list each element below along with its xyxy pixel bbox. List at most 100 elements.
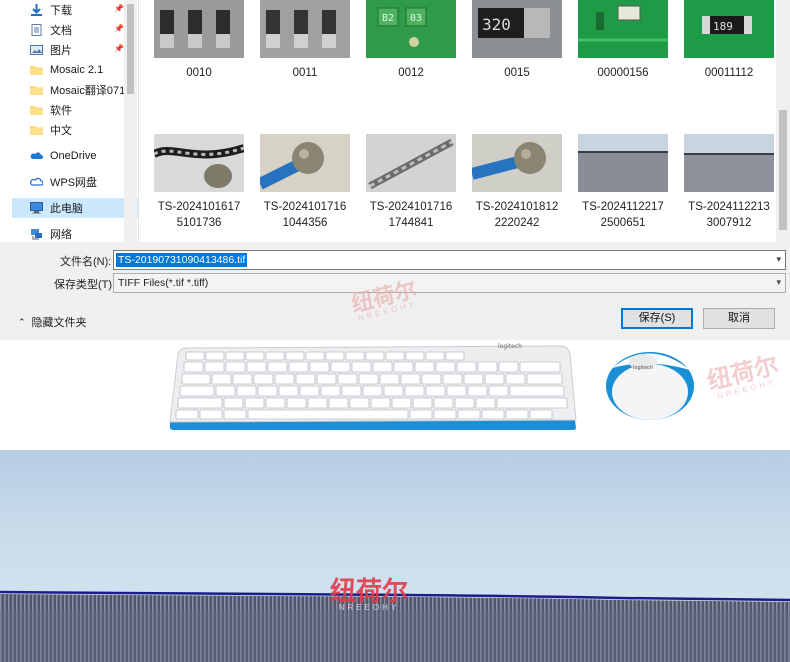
file-item[interactable]: TS-2024101617 5101736 xyxy=(146,134,252,231)
hide-folders-label: 隐藏文件夹 xyxy=(31,317,87,329)
file-name: TS-2024101716 1044356 xyxy=(263,201,347,229)
file-name: 00011112 xyxy=(704,67,754,79)
file-thumbnail xyxy=(154,134,244,192)
file-name: TS-2024112213 3007912 xyxy=(688,201,770,229)
filename-value: TS-20190731090413486.tif xyxy=(116,253,248,267)
sidebar-item-label: 此电脑 xyxy=(50,203,83,215)
pin-icon: 📌 xyxy=(114,44,124,53)
file-browser: 下载 📌 文档 📌 图片 📌 Mosaic 2.1 Mosaic翻译071 软件… xyxy=(0,0,790,242)
sidebar-item-downloads[interactable]: 下载 xyxy=(30,0,72,20)
file-name: TS-2024101716 1744841 xyxy=(369,201,453,229)
document-icon xyxy=(31,24,42,36)
file-thumbnail-grid: 0010 0011 B2 03 0012 320 0015 00000156 1… xyxy=(140,0,776,242)
file-thumbnail xyxy=(154,0,244,58)
sidebar-item-label: Mosaic翻译071 xyxy=(50,85,126,97)
file-thumbnail xyxy=(578,0,668,58)
this-pc-icon xyxy=(30,202,43,214)
keyboard-mouse-photo: logitech logitech 纽荷尔 NREEOHY xyxy=(0,340,790,450)
filetype-label: 保存类型(T): xyxy=(54,279,116,291)
file-name: TS-2024101617 5101736 xyxy=(157,201,241,229)
mouse-illustration: logitech xyxy=(606,352,694,420)
sidebar-item-label: 下载 xyxy=(50,5,72,17)
sidebar-item-pictures[interactable]: 图片 xyxy=(30,40,72,60)
pictures-icon xyxy=(30,45,43,55)
resistor-code: 189 xyxy=(713,20,733,33)
resistor-code: 320 xyxy=(482,15,511,34)
sidebar-item-chinese[interactable]: 中文 xyxy=(30,120,72,140)
sidebar-item-label: WPS网盘 xyxy=(50,177,98,189)
chevron-down-icon[interactable]: ▾ xyxy=(776,277,781,288)
file-item[interactable]: 189 00011112 xyxy=(676,0,782,81)
sidebar-item-software[interactable]: 软件 xyxy=(30,100,72,120)
mouse-brand: logitech xyxy=(633,365,653,371)
pin-icon: 📌 xyxy=(114,4,124,13)
blade-edge-micro-photo: 纽荷尔 NREEOHY xyxy=(0,450,790,662)
filename-label: 文件名(N): xyxy=(60,256,112,268)
filetype-select[interactable]: TIFF Files(*.tif *.tiff) ▾ xyxy=(113,273,786,293)
sidebar-item-label: 中文 xyxy=(50,125,72,137)
file-thumbnail xyxy=(472,134,562,192)
save-button[interactable]: 保存(S) xyxy=(621,308,693,329)
sidebar-item-label: Mosaic 2.1 xyxy=(50,64,104,76)
file-item[interactable]: TS-2024101812 2220242 xyxy=(464,134,570,231)
sidebar-item-label: 图片 xyxy=(50,45,72,57)
file-item[interactable]: B2 03 0012 xyxy=(358,0,464,81)
navigation-scrollbar[interactable] xyxy=(124,0,137,242)
folder-icon xyxy=(30,126,43,135)
sidebar-item-this-pc[interactable]: 此电脑 xyxy=(12,198,138,218)
file-name: TS-2024101812 2220242 xyxy=(475,201,559,229)
onedrive-cloud-icon xyxy=(30,152,43,159)
chevron-up-icon: ⌃ xyxy=(18,316,26,327)
sidebar-item-label: 网络 xyxy=(50,229,72,241)
board-label: B2 xyxy=(382,13,394,24)
cancel-button[interactable]: 取消 xyxy=(703,308,775,329)
sidebar-item-wps-drive[interactable]: WPS网盘 xyxy=(30,172,97,192)
sidebar-item-documents[interactable]: 文档 xyxy=(30,20,72,40)
navigation-pane: 下载 📌 文档 📌 图片 📌 Mosaic 2.1 Mosaic翻译071 软件… xyxy=(0,0,139,242)
file-item[interactable]: 0010 xyxy=(146,0,252,81)
sidebar-item-label: 软件 xyxy=(50,105,72,117)
folder-icon xyxy=(30,86,43,95)
save-file-dialog: 下载 📌 文档 📌 图片 📌 Mosaic 2.1 Mosaic翻译071 软件… xyxy=(0,0,790,340)
file-item[interactable]: 00000156 xyxy=(570,0,676,81)
file-thumbnail: 189 xyxy=(684,0,774,58)
filename-input[interactable]: TS-20190731090413486.tif ▾ xyxy=(113,250,786,270)
file-item[interactable]: TS-2024112213 3007912 xyxy=(676,134,782,231)
file-item[interactable]: 0011 xyxy=(252,0,358,81)
file-thumbnail xyxy=(684,134,774,192)
watermark: 纽荷尔 NREEOHY xyxy=(330,576,409,612)
file-thumbnail xyxy=(578,134,668,192)
download-arrow-icon xyxy=(31,4,42,16)
file-item[interactable]: TS-2024112217 2500651 xyxy=(570,134,676,231)
sidebar-item-label: OneDrive xyxy=(50,150,97,162)
file-item[interactable]: TS-2024101716 1044356 xyxy=(252,134,358,231)
folder-icon xyxy=(30,66,43,75)
chevron-down-icon[interactable]: ▾ xyxy=(776,254,781,265)
file-name: 00000156 xyxy=(597,67,649,79)
keyboard-illustration: logitech logitech xyxy=(169,343,694,430)
file-name: TS-2024112217 2500651 xyxy=(582,201,664,229)
sidebar-item-mosaic[interactable]: Mosaic 2.1 xyxy=(30,60,103,80)
blade-edge-illustration xyxy=(0,590,790,662)
file-name: 0012 xyxy=(398,67,424,79)
file-list-scrollbar[interactable] xyxy=(776,0,790,242)
file-item[interactable]: TS-2024101716 1744841 xyxy=(358,134,464,231)
file-thumbnail xyxy=(366,134,456,192)
hide-folders-toggle[interactable]: ⌃ 隐藏文件夹 xyxy=(18,314,87,330)
pin-icon: 📌 xyxy=(114,24,124,33)
sidebar-item-network[interactable]: 网络 xyxy=(30,224,72,244)
file-thumbnail xyxy=(260,134,350,192)
sidebar-item-onedrive[interactable]: OneDrive xyxy=(30,146,96,166)
file-thumbnail: B2 03 xyxy=(366,0,456,58)
folder-icon xyxy=(30,106,43,115)
keyboard-brand: logitech xyxy=(498,343,522,350)
wps-cloud-icon xyxy=(30,177,43,186)
file-name: 0015 xyxy=(504,67,530,79)
file-thumbnail xyxy=(260,0,350,58)
board-label: 03 xyxy=(410,13,422,24)
file-thumbnail: 320 xyxy=(472,0,562,58)
sidebar-item-mosaic-translation[interactable]: Mosaic翻译071 xyxy=(30,80,125,100)
network-icon xyxy=(31,229,42,240)
file-item[interactable]: 320 0015 xyxy=(464,0,570,81)
sidebar-item-label: 文档 xyxy=(50,25,72,37)
